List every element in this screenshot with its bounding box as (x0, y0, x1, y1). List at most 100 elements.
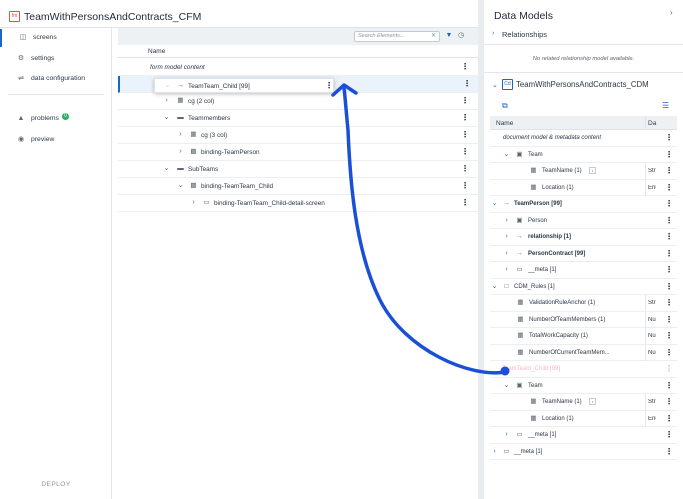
row-menu-icon[interactable]: ⋮ (665, 166, 673, 176)
chevron-down-icon[interactable]: ⌄ (503, 151, 510, 159)
cdm-row[interactable]: ▦ TeamName (1) • Stri ⋮ (490, 163, 677, 180)
tree-row-teammembers[interactable]: ⌄ ▬ Teammembers ⋮ (118, 110, 478, 127)
row-menu-icon[interactable]: ⋮ (665, 232, 673, 242)
chevron-right-icon[interactable]: › (491, 448, 498, 456)
arrow-right-icon: → (516, 233, 523, 240)
history-icon[interactable]: ◷ (457, 32, 465, 40)
tree-row-detail-screen[interactable]: › ▭ binding-TeamTeam_Child-detail-screen… (118, 195, 478, 212)
row-menu-icon[interactable]: ⋮ (665, 265, 673, 275)
row-menu-icon[interactable]: ⋮ (461, 96, 469, 106)
sidebar-item-preview[interactable]: ◉ preview (0, 131, 112, 149)
cdm-row[interactable]: ▦ ValidationRuleAnchor (1) Stri ⋮ (490, 295, 677, 312)
cdm-row[interactable]: ⌄ ▣ Team ⋮ (490, 378, 677, 394)
close-icon[interactable]: › (670, 8, 673, 17)
chevron-right-icon[interactable]: › (503, 266, 510, 274)
search-clear-icon[interactable]: ✕ (431, 32, 436, 39)
chevron-down-icon[interactable]: ⌄ (503, 382, 510, 390)
row-menu-icon[interactable]: ⋮ (461, 130, 469, 140)
chevron-right-icon[interactable]: › (492, 30, 494, 37)
cdm-row[interactable]: ▦ TotalWorkCapacity (1) Nu ⋮ (490, 328, 677, 345)
cdm-row[interactable]: › → PersonContract [99] ⋮ (490, 246, 677, 262)
row-menu-icon[interactable]: ⋮ (461, 198, 469, 208)
row-menu-icon[interactable]: ⋮ (665, 183, 673, 193)
row-menu-icon[interactable]: ⋮ (665, 397, 673, 407)
chevron-right-icon[interactable]: › (503, 431, 510, 439)
relationships-section[interactable]: Relationships (502, 30, 547, 39)
tree-row-cg-3col[interactable]: › ▦ cg (3 col) ⋮ (118, 127, 478, 144)
row-menu-icon[interactable]: ⋮ (665, 298, 673, 308)
row-menu-icon[interactable]: ⋮ (665, 414, 673, 424)
row-menu-icon[interactable]: ⋮ (461, 181, 469, 191)
chevron-right-icon[interactable]: › (177, 131, 184, 139)
sidebar-item-problems[interactable]: ▲ problems 0 (0, 110, 112, 128)
cdm-row[interactable]: document model & metadata content ⋮ (490, 130, 677, 147)
row-menu-icon[interactable]: ⋮ (461, 62, 469, 72)
menu-icon[interactable]: ☰ (662, 101, 669, 110)
tree-row-cg-2col[interactable]: › ▦ cg (2 col) ⋮ (118, 93, 478, 110)
gear-icon: ⚙ (17, 55, 25, 62)
name-column-header[interactable]: Name (496, 120, 513, 127)
field-icon: ▦ (530, 183, 537, 191)
row-menu-icon[interactable]: ⋮ (665, 315, 673, 325)
row-menu-icon[interactable]: ⋮ (665, 381, 673, 391)
row-menu-icon[interactable]: ⋮ (463, 79, 471, 89)
cdm-row[interactable]: › ▭ __meta [1] ⋮ (490, 427, 677, 444)
cdm-row[interactable]: ▦ NumberOfTeamMembers (1) Nu ⋮ (490, 311, 677, 328)
deploy-button[interactable]: DEPLOY (0, 481, 112, 488)
cdm-row[interactable]: ▦ NumberOfCurrentTeamMem... Nu ⋮ (490, 344, 677, 361)
chevron-right-icon[interactable]: › (503, 233, 510, 241)
binding-icon: ▩ (190, 148, 197, 155)
copy-icon[interactable]: ⧉ (502, 101, 508, 111)
row-menu-icon[interactable]: ⋮ (665, 447, 673, 457)
chevron-down-icon[interactable]: ⌄ (491, 200, 498, 208)
row-menu-icon[interactable]: ⋮ (665, 430, 673, 440)
name-column-header[interactable]: Name (148, 48, 165, 55)
cdm-row[interactable]: ⌄ ▣ Team ⋮ (490, 147, 677, 163)
chevron-down-icon[interactable]: ⌄ (492, 81, 498, 89)
cdm-row[interactable]: › ▭ __meta [1] ⋮ (490, 444, 677, 460)
type-column-header[interactable]: Da (648, 120, 656, 127)
chevron-down-icon[interactable]: ⌄ (177, 182, 184, 190)
chevron-right-icon[interactable]: › (177, 148, 184, 156)
sidebar-item-settings[interactable]: ⚙ settings (0, 50, 112, 68)
chevron-right-icon[interactable]: › (190, 199, 197, 207)
sidebar-item-screens[interactable]: ◫ screens (0, 29, 112, 47)
chevron-down-icon[interactable]: ⌄ (491, 283, 498, 291)
cdm-row[interactable]: ⌄ □ CDM_Rules [1] ⋮ (490, 279, 677, 295)
search-input[interactable]: Search Elements... (354, 31, 440, 42)
tree-row-binding-teamperson[interactable]: › ▩ binding-TeamPerson ⋮ (118, 144, 478, 161)
chevron-right-icon[interactable]: › (163, 97, 170, 105)
tree-row-binding-teamteam-child[interactable]: ⌄ ▩ binding-TeamTeam_Child ⋮ (118, 178, 478, 195)
row-menu-icon[interactable]: ⋮ (665, 348, 673, 358)
cdm-row[interactable]: ▦ TeamName (1) • Stri ⋮ (490, 394, 677, 411)
cdm-row-label: Team (528, 151, 543, 158)
chevron-right-icon[interactable]: › (503, 250, 510, 258)
chevron-right-icon[interactable]: › (503, 217, 510, 225)
sidebar-item-data-configuration[interactable]: ⇌ data configuration (0, 70, 112, 88)
filter-icon[interactable]: ▼ (445, 32, 453, 40)
row-menu-icon[interactable]: ⋮ (461, 164, 469, 174)
tree-row-subteams[interactable]: ⌄ ▬ SubTeams ⋮ (118, 161, 478, 178)
chevron-down-icon[interactable]: ⌄ (163, 165, 170, 173)
row-menu-icon[interactable]: ⋮ (665, 331, 673, 341)
cdm-row[interactable]: ▦ Location (1) Enu ⋮ (490, 410, 677, 427)
chevron-down-icon[interactable]: ⌄ (163, 114, 170, 122)
cdm-row[interactable]: ▦ Location (1) Enu ⋮ (490, 179, 677, 196)
row-menu-icon[interactable]: ⋮ (665, 282, 673, 292)
row-menu-icon[interactable]: ⋮ (665, 216, 673, 226)
cdm-row[interactable]: › ▭ __meta [1] ⋮ (490, 262, 677, 279)
row-menu-icon[interactable]: ⋮ (665, 150, 673, 160)
cdm-title[interactable]: TeamWithPersonsAndContracts_CDM (516, 80, 649, 89)
cdm-row[interactable]: ⌄ → TeamPerson [99] ⋮ (490, 196, 677, 213)
grid-icon: ▦ (190, 131, 197, 138)
row-menu-icon[interactable]: ⋮ (665, 364, 673, 374)
row-menu-icon[interactable]: ⋮ (665, 249, 673, 259)
row-menu-icon[interactable]: ⋮ (461, 147, 469, 157)
tree-row-form-model-content[interactable]: form model content ⋮ (118, 59, 478, 76)
cdm-row-drop-target[interactable]: TeamTeam_Child [99] ⋮ (490, 361, 677, 378)
cdm-row[interactable]: › ▣ Person ⋮ (490, 213, 677, 229)
row-menu-icon[interactable]: ⋮ (665, 199, 673, 209)
row-menu-icon[interactable]: ⋮ (461, 113, 469, 123)
row-menu-icon[interactable]: ⋮ (665, 133, 673, 143)
cdm-row[interactable]: › → relationship [1] ⋮ (490, 229, 677, 246)
